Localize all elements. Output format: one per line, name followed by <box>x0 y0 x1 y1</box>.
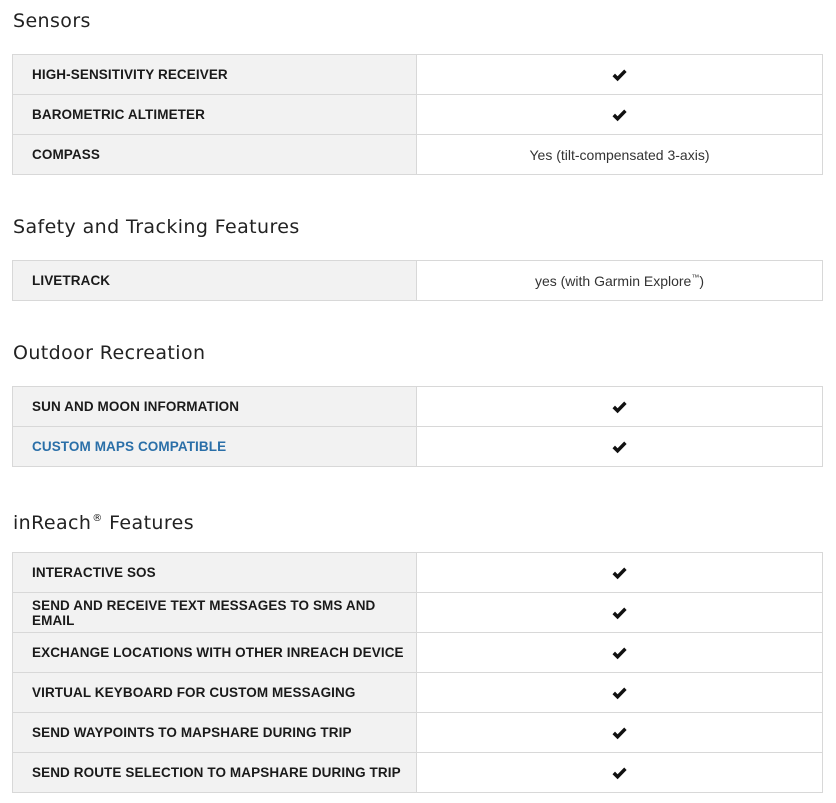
spec-label: BAROMETRIC ALTIMETER <box>12 94 417 135</box>
table-row: SEND ROUTE SELECTION TO MAPSHARE DURING … <box>12 752 823 793</box>
spec-table: LIVETRACK yes (with Garmin Explore™) <box>12 260 823 301</box>
spec-value <box>416 752 823 793</box>
spec-table: INTERACTIVE SOS SEND AND RECEIVE TEXT ME… <box>12 552 823 793</box>
checkmark-icon <box>612 727 627 740</box>
checkmark-icon <box>612 69 627 82</box>
section-outdoor-recreation: Outdoor Recreation SUN AND MOON INFORMAT… <box>12 342 823 467</box>
spec-label: COMPASS <box>12 134 417 175</box>
spec-label: SEND ROUTE SELECTION TO MAPSHARE DURING … <box>12 752 417 793</box>
checkmark-icon <box>612 441 627 454</box>
table-row: HIGH-SENSITIVITY RECEIVER <box>12 54 823 95</box>
checkmark-icon <box>612 109 627 122</box>
spec-value <box>416 712 823 753</box>
checkmark-icon <box>612 401 627 414</box>
section-sensors: Sensors HIGH-SENSITIVITY RECEIVER BAROME… <box>12 10 823 175</box>
spec-label: INTERACTIVE SOS <box>12 552 417 593</box>
spec-label: VIRTUAL KEYBOARD FOR CUSTOM MESSAGING <box>12 672 417 713</box>
checkmark-icon <box>612 567 627 580</box>
table-row: EXCHANGE LOCATIONS WITH OTHER INREACH DE… <box>12 632 823 673</box>
spec-value-text: yes (with Garmin Explore <box>534 272 692 289</box>
spec-value <box>416 54 823 95</box>
spec-value <box>416 592 823 633</box>
checkmark-icon <box>612 687 627 700</box>
section-title-end: Features <box>102 512 195 534</box>
registered-mark: ® <box>92 513 103 524</box>
table-row: BAROMETRIC ALTIMETER <box>12 94 823 135</box>
spec-value: Yes (tilt-compensated 3-axis) <box>416 134 823 175</box>
section-title: inReach® Features <box>12 508 823 534</box>
spec-value <box>416 632 823 673</box>
spec-label: SUN AND MOON INFORMATION <box>12 386 417 427</box>
section-title: Sensors <box>13 10 91 32</box>
spec-value <box>416 672 823 713</box>
spec-value: yes (with Garmin Explore™) <box>416 260 823 301</box>
table-row: SEND WAYPOINTS TO MAPSHARE DURING TRIP <box>12 712 823 753</box>
checkmark-icon <box>612 647 627 660</box>
spec-label: LIVETRACK <box>12 260 417 301</box>
spec-value <box>416 426 823 467</box>
spec-value <box>416 386 823 427</box>
table-row: INTERACTIVE SOS <box>12 552 823 593</box>
section-title: Outdoor Recreation <box>13 342 206 364</box>
spec-label: EXCHANGE LOCATIONS WITH OTHER INREACH DE… <box>12 632 417 673</box>
table-row: SUN AND MOON INFORMATION <box>12 386 823 427</box>
spec-value <box>416 94 823 135</box>
spec-table: SUN AND MOON INFORMATION CUSTOM MAPS COM… <box>12 386 823 467</box>
section-inreach-features: inReach® Features INTERACTIVE SOS SEND A… <box>12 508 823 793</box>
table-row: LIVETRACK yes (with Garmin Explore™) <box>12 260 823 301</box>
table-row: COMPASS Yes (tilt-compensated 3-axis) <box>12 134 823 175</box>
spec-label: SEND WAYPOINTS TO MAPSHARE DURING TRIP <box>12 712 417 753</box>
spec-value-end: ) <box>699 272 705 289</box>
table-row: VIRTUAL KEYBOARD FOR CUSTOM MESSAGING <box>12 672 823 713</box>
section-title-text: inReach <box>13 512 92 534</box>
checkmark-icon <box>612 767 627 780</box>
section-title: Safety and Tracking Features <box>13 216 300 238</box>
spec-value <box>416 552 823 593</box>
table-row: CUSTOM MAPS COMPATIBLE <box>12 426 823 467</box>
spec-label: HIGH-SENSITIVITY RECEIVER <box>12 54 417 95</box>
table-row: SEND AND RECEIVE TEXT MESSAGES TO SMS AN… <box>12 592 823 633</box>
spec-table: HIGH-SENSITIVITY RECEIVER BAROMETRIC ALT… <box>12 54 823 175</box>
section-safety-tracking: Safety and Tracking Features LIVETRACK y… <box>12 216 823 301</box>
spec-label: SEND AND RECEIVE TEXT MESSAGES TO SMS AN… <box>12 592 417 633</box>
checkmark-icon <box>612 607 627 620</box>
custom-maps-link[interactable]: CUSTOM MAPS COMPATIBLE <box>12 426 417 467</box>
